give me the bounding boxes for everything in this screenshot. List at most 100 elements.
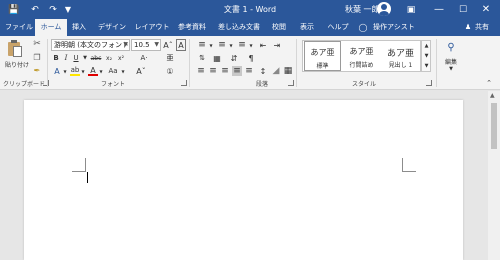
font-name-combo[interactable]: 游明朝 (本文のフォント ▼: [51, 39, 130, 51]
line-spacing-icon[interactable]: ↕: [257, 66, 269, 76]
redo-icon[interactable]: ↷: [47, 2, 59, 17]
paragraph-group-label: 段落: [256, 81, 269, 88]
subscript-icon[interactable]: x₂: [104, 53, 114, 63]
maximize-icon[interactable]: ☐: [457, 2, 469, 17]
style-sample: あア亜: [349, 47, 374, 56]
shading-icon[interactable]: ◢: [271, 66, 281, 76]
underline-icon[interactable]: U: [72, 53, 80, 63]
align-right-icon[interactable]: ≡: [220, 66, 230, 76]
sort-icon[interactable]: ⇵: [228, 53, 240, 63]
customize-quick-access-icon[interactable]: ▼: [63, 2, 73, 17]
enclose-characters-icon[interactable]: ①: [164, 66, 176, 76]
borders-icon[interactable]: ▦: [283, 66, 293, 76]
styles-more-icon[interactable]: ▼: [423, 62, 430, 70]
bullets-icon[interactable]: ≡: [196, 39, 208, 51]
character-border-icon[interactable]: A: [176, 39, 186, 51]
show-hide-marks-icon[interactable]: ¶: [245, 53, 257, 63]
asian-layout-icon[interactable]: ▦: [211, 53, 223, 63]
strikethrough-icon[interactable]: abc: [90, 53, 102, 63]
phonetic-guide-icon[interactable]: 亜: [165, 53, 175, 63]
multilevel-list-icon[interactable]: ≡: [236, 39, 248, 51]
title-bar: 💾 ↶ ↷ ▼ 文書 1 - Word 秋葉 一郎 ▣ — ☐ ✕: [0, 0, 500, 19]
cut-icon[interactable]: ✂: [32, 39, 42, 49]
style-item-normal[interactable]: あア亜 標準: [304, 41, 341, 71]
style-item-no-spacing[interactable]: あア亜 行間詰め: [343, 41, 380, 71]
font-color-dropdown-icon[interactable]: ▼: [99, 66, 103, 76]
styles-scroll-up-icon[interactable]: ▲: [423, 42, 430, 50]
share-icon[interactable]: ♟: [464, 19, 472, 36]
undo-icon[interactable]: ↶: [29, 2, 41, 17]
tab-help[interactable]: ヘルプ: [325, 19, 351, 36]
change-case-dropdown-icon[interactable]: ▼: [121, 66, 125, 76]
tab-references[interactable]: 参考資料: [173, 19, 211, 36]
tab-mailings[interactable]: 差し込み文書: [215, 19, 263, 36]
search-icon[interactable]: ⚲: [444, 40, 458, 54]
margin-mark-left: [72, 158, 86, 172]
superscript-icon[interactable]: x²: [116, 53, 126, 63]
justify-icon[interactable]: ≡: [232, 66, 242, 76]
paste-icon[interactable]: [8, 40, 22, 58]
font-launcher-icon[interactable]: [181, 80, 187, 86]
italic-icon[interactable]: I: [62, 53, 70, 63]
copy-icon[interactable]: ❐: [32, 52, 42, 62]
chevron-down-icon[interactable]: ▼: [446, 66, 456, 72]
tab-review[interactable]: 校閲: [268, 19, 290, 36]
format-painter-icon[interactable]: ✒: [32, 65, 42, 75]
tab-layout[interactable]: レイアウト: [133, 19, 171, 36]
font-color-icon[interactable]: A: [88, 66, 98, 76]
styles-launcher-icon[interactable]: [426, 80, 432, 86]
multilevel-list-dropdown-icon[interactable]: ▼: [249, 39, 253, 51]
chevron-down-icon: ▼: [154, 41, 159, 48]
numbering-dropdown-icon[interactable]: ▼: [229, 39, 233, 51]
text-direction-icon[interactable]: ⇅: [196, 53, 208, 63]
highlight-icon[interactable]: ab: [70, 66, 80, 76]
grow-font-icon[interactable]: Aˆ: [163, 39, 173, 51]
align-center-icon[interactable]: ≡: [208, 66, 218, 76]
font-size-combo[interactable]: 10.5 ▼: [131, 39, 161, 51]
decrease-indent-icon[interactable]: ⇤: [257, 39, 269, 51]
share-button[interactable]: 共有: [473, 19, 491, 36]
style-sample: あア亜: [310, 48, 335, 57]
styles-scroll-down-icon[interactable]: ▼: [423, 52, 430, 60]
paste-button[interactable]: 貼り付け: [4, 59, 30, 69]
document-page[interactable]: [24, 100, 463, 260]
style-name: 見出し 1: [388, 62, 413, 69]
user-name[interactable]: 秋葉 一郎: [345, 4, 380, 15]
collapse-ribbon-icon[interactable]: ⌃: [484, 79, 494, 87]
distributed-icon[interactable]: ≡: [244, 66, 254, 76]
minimize-icon[interactable]: —: [433, 2, 445, 17]
window-title: 文書 1 - Word: [223, 5, 277, 14]
avatar[interactable]: [377, 2, 391, 16]
clipboard-launcher-icon[interactable]: [43, 80, 49, 86]
styles-group-label: スタイル: [352, 81, 377, 88]
underline-dropdown-icon[interactable]: ▼: [82, 53, 88, 63]
style-item-heading-1[interactable]: あア亜 見出し 1: [382, 41, 419, 71]
editing-button[interactable]: 編集: [440, 56, 462, 66]
numbering-icon[interactable]: ≡: [216, 39, 228, 51]
tab-view[interactable]: 表示: [296, 19, 318, 36]
styles-scroll[interactable]: ▲ ▼ ▼: [421, 40, 431, 72]
styles-gallery: あア亜 標準 あア亜 行間詰め あア亜 見出し 1: [302, 40, 421, 72]
highlight-dropdown-icon[interactable]: ▼: [81, 66, 85, 76]
tab-home[interactable]: ホーム: [35, 19, 67, 36]
tab-insert[interactable]: 挿入: [67, 19, 91, 36]
close-icon[interactable]: ✕: [480, 2, 492, 17]
text-effects-dropdown-icon[interactable]: ▼: [63, 66, 67, 76]
paragraph-launcher-icon[interactable]: [288, 80, 294, 86]
clear-formatting-icon[interactable]: A⋅: [139, 53, 149, 63]
scroll-thumb[interactable]: [491, 103, 497, 149]
tell-me-box[interactable]: 操作アシスト: [373, 19, 415, 36]
save-icon[interactable]: 💾: [8, 2, 20, 17]
ribbon-display-options-icon[interactable]: ▣: [405, 2, 417, 17]
bold-icon[interactable]: B: [52, 53, 60, 63]
tab-file[interactable]: ファイル: [3, 19, 35, 36]
scroll-up-icon[interactable]: ▲: [490, 92, 495, 99]
text-effects-icon[interactable]: A: [52, 66, 62, 76]
tab-design[interactable]: デザイン: [95, 19, 129, 36]
align-left-icon[interactable]: ≡: [196, 66, 206, 76]
shrink-font-icon[interactable]: Aˇ: [136, 66, 146, 76]
increase-indent-icon[interactable]: ⇥: [271, 39, 283, 51]
change-case-icon[interactable]: Aa: [106, 66, 120, 76]
bullets-dropdown-icon[interactable]: ▼: [209, 39, 213, 51]
lightbulb-icon[interactable]: ◯: [358, 19, 368, 36]
